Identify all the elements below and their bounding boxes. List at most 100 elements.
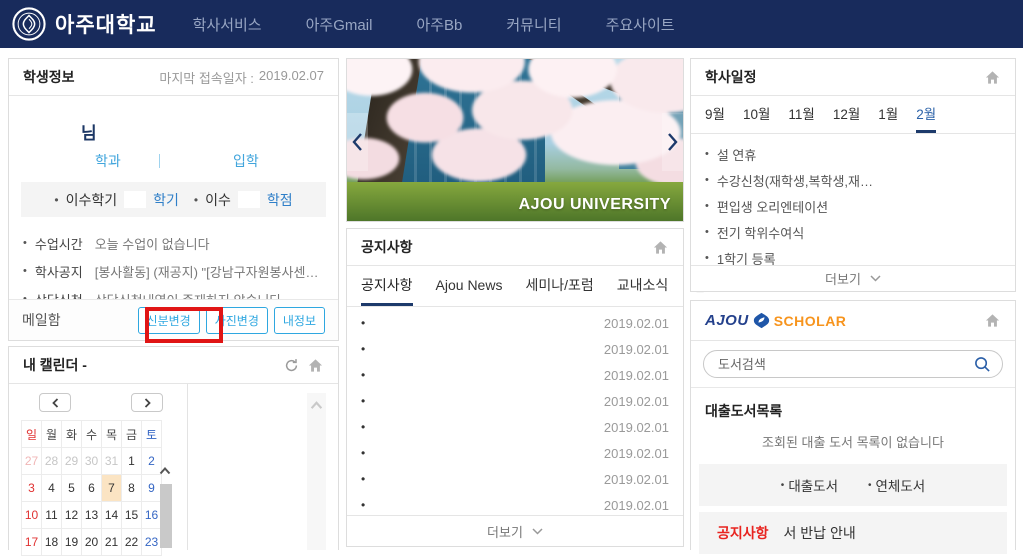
student-stats-bar: • 이수학기 학기 • 이수 학점 — [21, 182, 326, 217]
refresh-icon[interactable] — [282, 356, 300, 374]
notice-item[interactable]: •2019.02.01 — [361, 440, 669, 466]
library-notice-badge: 공지사항 — [717, 523, 769, 543]
scrollbar-thumb[interactable] — [160, 484, 172, 548]
university-logo[interactable]: 아주대학교 — [12, 7, 157, 41]
calendar-day[interactable]: 20 — [82, 529, 102, 556]
calendar-next-button[interactable] — [131, 393, 163, 412]
tab-month-2[interactable]: 2월 — [916, 96, 936, 133]
schedule-panel-title: 학사일정 — [705, 67, 757, 87]
credit-label: 이수 — [205, 190, 231, 210]
calendar-day[interactable]: 5 — [62, 475, 82, 502]
calendar-day[interactable]: 19 — [62, 529, 82, 556]
panel-scrollbar-track[interactable] — [307, 393, 326, 550]
notice-date: 2019.02.01 — [604, 472, 669, 487]
tab-notices[interactable]: 공지사항 — [361, 266, 413, 306]
calendar-day[interactable]: 27 — [22, 448, 42, 475]
library-panel: AJOU SCHOLAR 대출도서목록 조회된 대출 도서 목록이 없습니다 •… — [690, 300, 1016, 550]
tab-campus-news[interactable]: 교내소식 — [617, 266, 669, 306]
bullet: • — [361, 498, 365, 512]
dow-sun: 일 — [22, 421, 42, 448]
bullet: • — [705, 226, 709, 238]
calendar-day[interactable]: 18 — [42, 529, 62, 556]
top-navbar: 아주대학교 학사서비스 아주Gmail 아주Bb 커뮤니티 주요사이트 — [0, 0, 1023, 48]
calendar-day[interactable]: 10 — [22, 502, 42, 529]
bullet: • — [868, 480, 872, 491]
carousel-prev-arrow[interactable] — [347, 113, 368, 171]
bullet: • — [705, 148, 709, 160]
tab-month-12[interactable]: 12월 — [833, 96, 860, 133]
notices-panel: 공지사항 공지사항 Ajou News 세미나/포럼 교내소식 •2019.02… — [346, 228, 684, 547]
calendar-day[interactable]: 29 — [62, 448, 82, 475]
tab-seminar-forum[interactable]: 세미나/포럼 — [525, 266, 593, 306]
calendar-day[interactable]: 1 — [122, 448, 142, 475]
tab-month-1[interactable]: 1월 — [878, 96, 898, 133]
bullet: • — [705, 200, 709, 212]
home-icon[interactable] — [306, 356, 324, 374]
schedule-more-button[interactable]: 더보기 — [691, 265, 1015, 291]
academic-schedule-panel: 학사일정 9월 10월 11월 12월 1월 2월 •설 연휴 •수강신청(재학… — [690, 58, 1016, 292]
calendar-day[interactable]: 14 — [102, 502, 122, 529]
ajou-scholar-logo[interactable]: AJOU SCHOLAR — [705, 312, 846, 329]
calendar-day[interactable]: 13 — [82, 502, 102, 529]
dept-separator — [159, 154, 160, 168]
calendar-day[interactable]: 22 — [122, 529, 142, 556]
calendar-day[interactable]: 31 — [102, 448, 122, 475]
menu-item-community[interactable]: 커뮤니티 — [506, 14, 561, 35]
brand-ajou-text: AJOU — [705, 312, 749, 329]
calendar-day[interactable]: 21 — [102, 529, 122, 556]
notice-item[interactable]: •2019.02.01 — [361, 310, 669, 336]
home-icon[interactable] — [983, 312, 1001, 330]
menu-item-ajou-bb[interactable]: 아주Bb — [416, 14, 462, 35]
calendar-day[interactable]: 4 — [42, 475, 62, 502]
change-photo-button[interactable]: 사진변경 — [206, 307, 268, 334]
calendar-day[interactable]: 30 — [82, 448, 102, 475]
search-icon[interactable] — [974, 356, 991, 378]
loaned-books-label: 대출도서 — [788, 475, 838, 495]
calendar-day[interactable]: 8 — [122, 475, 142, 502]
notice-item[interactable]: •2019.02.01 — [361, 388, 669, 414]
calendar-day[interactable]: 17 — [22, 529, 42, 556]
calendar-day[interactable]: 11 — [42, 502, 62, 529]
calendar-day[interactable]: 6 — [82, 475, 102, 502]
main-menu: 학사서비스 아주Gmail 아주Bb 커뮤니티 주요사이트 — [193, 14, 675, 35]
menu-item-ajou-gmail[interactable]: 아주Gmail — [306, 14, 373, 35]
chevron-down-icon — [532, 528, 543, 535]
menu-item-major-sites[interactable]: 주요사이트 — [606, 14, 675, 35]
calendar-day-today[interactable]: 7 — [102, 475, 122, 502]
calendar-day[interactable]: 3 — [22, 475, 42, 502]
my-info-button[interactable]: 내정보 — [274, 307, 325, 334]
carousel-next-arrow[interactable] — [662, 113, 683, 171]
dow-wed: 수 — [82, 421, 102, 448]
academic-notice-link[interactable]: [봉사활동] (재공지) "[강남구자원봉사센터]… — [95, 262, 324, 281]
notice-item[interactable]: •2019.02.01 — [361, 362, 669, 388]
book-search-row — [691, 341, 1015, 388]
overdue-books-link[interactable]: •연체도서 — [868, 475, 925, 495]
dow-thu: 목 — [102, 421, 122, 448]
library-notice-bar[interactable]: 공지사항 서 반납 안내 — [699, 512, 1007, 554]
calendar-prev-button[interactable] — [39, 393, 71, 412]
change-status-button[interactable]: 신분변경 — [138, 307, 200, 334]
notice-item[interactable]: •2019.02.01 — [361, 336, 669, 362]
bullet: • — [361, 316, 365, 330]
calendar-day[interactable]: 12 — [62, 502, 82, 529]
loaned-books-link[interactable]: •대출도서 — [781, 475, 838, 495]
mailbox-section[interactable]: 메일함 — [22, 310, 61, 330]
notice-item[interactable]: •2019.02.01 — [361, 414, 669, 440]
banner-caption: AJOU UNIVERSITY — [519, 196, 671, 214]
notice-item[interactable]: •2019.02.01 — [361, 466, 669, 492]
book-search-input[interactable] — [703, 350, 1003, 378]
calendar-scrollbar[interactable] — [159, 462, 173, 548]
tab-month-9[interactable]: 9월 — [705, 96, 725, 133]
more-label: 더보기 — [487, 522, 523, 541]
home-icon[interactable] — [983, 68, 1001, 86]
tab-ajou-news[interactable]: Ajou News — [436, 266, 503, 306]
tab-month-10[interactable]: 10월 — [743, 96, 770, 133]
last-access-label: 마지막 접속일자 : — [159, 68, 254, 87]
home-icon[interactable] — [651, 238, 669, 256]
calendar-day[interactable]: 28 — [42, 448, 62, 475]
menu-item-haksa-service[interactable]: 학사서비스 — [193, 14, 262, 35]
tab-month-11[interactable]: 11월 — [788, 96, 814, 133]
notices-more-button[interactable]: 더보기 — [347, 515, 683, 546]
calendar-day[interactable]: 15 — [122, 502, 142, 529]
info-value: 오늘 수업이 없습니다 — [95, 234, 210, 253]
